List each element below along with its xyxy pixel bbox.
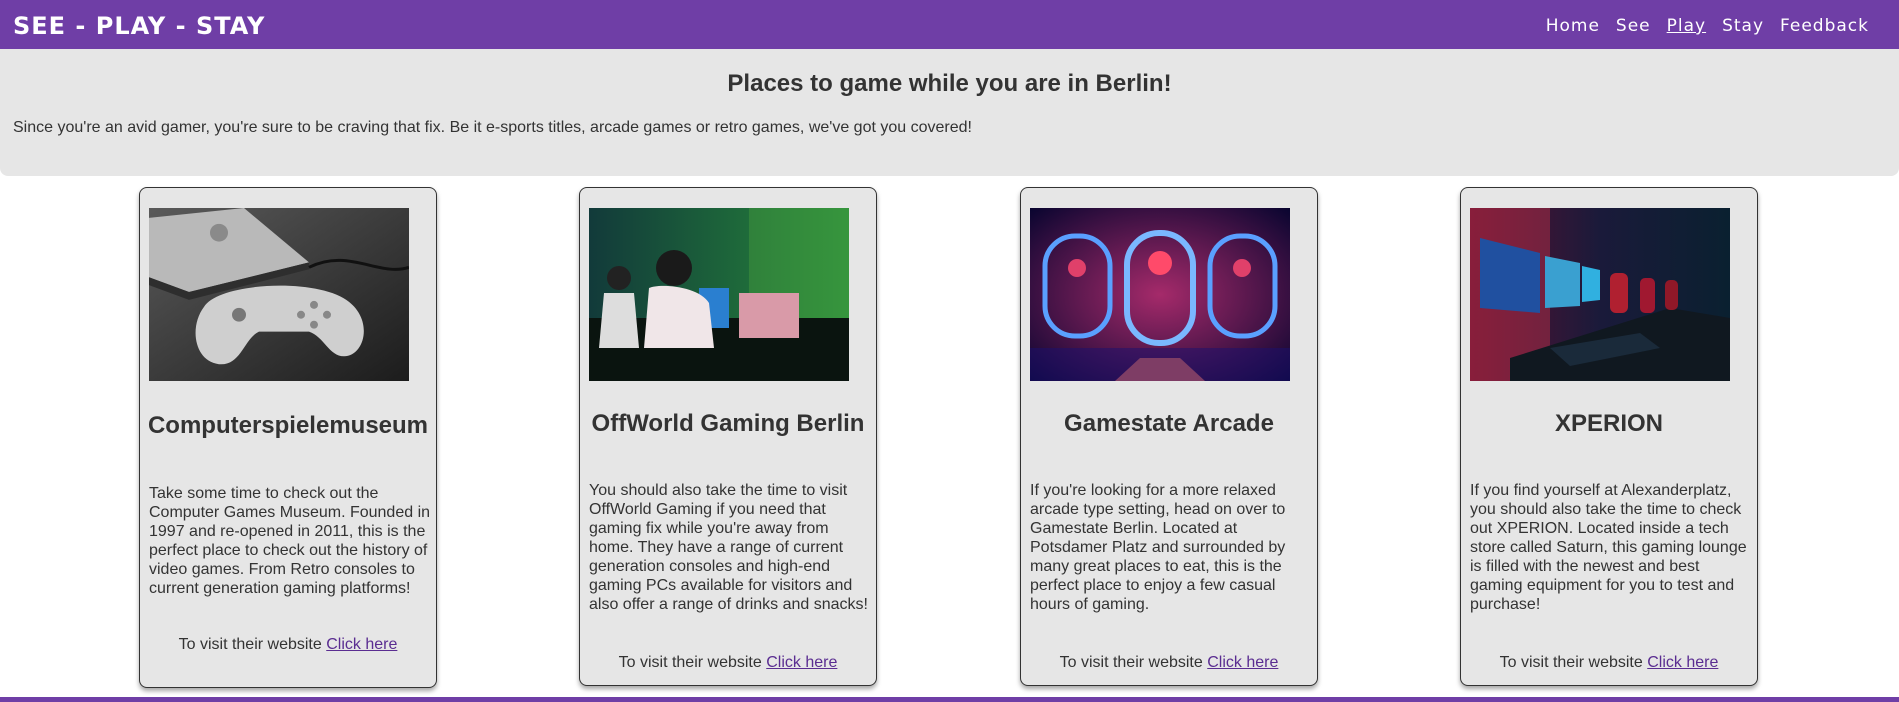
venue-card-computerspielemuseum: Computerspielemuseum Take some time to c… (139, 187, 437, 688)
gaming-lounge-image (1470, 208, 1730, 381)
website-link[interactable]: Click here (1647, 654, 1718, 671)
nav-see-link[interactable]: See (1616, 16, 1651, 36)
visit-text: To visit their website (1059, 654, 1203, 671)
visit-line: To visit their website Click here (1021, 654, 1317, 672)
venue-card-xperion: XPERION If you find yourself at Alexande… (1460, 187, 1758, 686)
gamers-at-pcs-image (589, 208, 849, 381)
venue-title: OffWorld Gaming Berlin (591, 410, 865, 437)
intro-title: Places to game while you are in Berlin! (727, 70, 1172, 97)
venue-description: If you're looking for a more relaxed arc… (1030, 482, 1286, 613)
intro-text: Since you're an avid gamer, you're sure … (13, 119, 972, 136)
venue-card-offworld: OffWorld Gaming Berlin You should also t… (579, 187, 877, 686)
visit-line: To visit their website Click here (1461, 654, 1757, 672)
nav-home-link[interactable]: Home (1546, 16, 1600, 36)
website-link[interactable]: Click here (326, 636, 397, 653)
top-navbar: SEE - PLAY - STAY Home See Play Stay Fee… (0, 0, 1899, 49)
venue-title: Computerspielemuseum (147, 412, 429, 439)
venue-description: If you find yourself at Alexanderplatz, … (1470, 482, 1747, 613)
visit-text: To visit their website (178, 636, 322, 653)
visit-text: To visit their website (618, 654, 762, 671)
venue-title: XPERION (1554, 410, 1664, 437)
nav-stay-link[interactable]: Stay (1722, 16, 1764, 36)
venue-card-gamestate: Gamestate Arcade If you're looking for a… (1020, 187, 1318, 686)
footer-bar (0, 697, 1899, 702)
nav-feedback-link[interactable]: Feedback (1780, 16, 1869, 36)
playstation-controller-image (149, 208, 409, 383)
visit-line: To visit their website Click here (140, 636, 436, 654)
neon-basketball-arcade-image (1030, 208, 1290, 381)
venue-description: You should also take the time to visit O… (589, 482, 868, 613)
website-link[interactable]: Click here (766, 654, 837, 671)
website-link[interactable]: Click here (1207, 654, 1278, 671)
nav-play-link[interactable]: Play (1667, 16, 1706, 36)
intro-panel: Places to game while you are in Berlin! … (0, 49, 1899, 176)
visit-line: To visit their website Click here (580, 654, 876, 672)
venue-title: Gamestate Arcade (1064, 410, 1274, 437)
venue-description: Take some time to check out the Computer… (149, 485, 431, 597)
main-nav: Home See Play Stay Feedback (1546, 16, 1869, 36)
visit-text: To visit their website (1499, 654, 1643, 671)
site-brand[interactable]: SEE - PLAY - STAY (13, 12, 265, 40)
